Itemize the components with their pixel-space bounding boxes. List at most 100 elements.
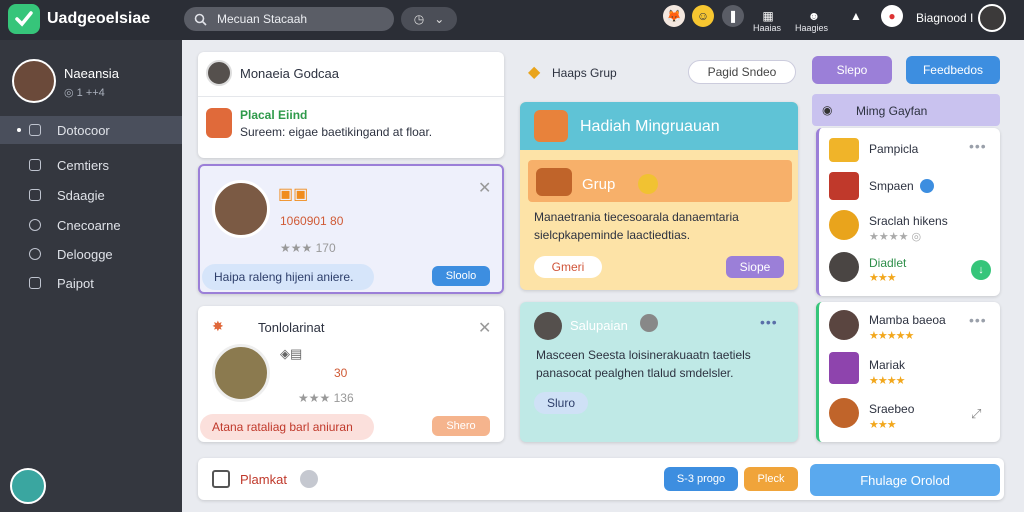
mascot-icon[interactable]: 🦊 bbox=[663, 5, 685, 27]
clock-icon: ◷ bbox=[413, 12, 425, 26]
bell-icon[interactable]: ▲ bbox=[845, 5, 867, 27]
profile-name: Naeansia bbox=[64, 66, 119, 81]
list-item[interactable]: Pampicla bbox=[869, 142, 918, 156]
sidebar-item-label: Sdaagie bbox=[57, 187, 105, 203]
sidebar-item-info[interactable]: Cnecoarne bbox=[0, 211, 182, 239]
group-card[interactable]: Hadiah Mingruauan Grup Manaetrania tiece… bbox=[520, 102, 798, 290]
bottom-avatar[interactable] bbox=[10, 468, 46, 504]
more-options-icon[interactable]: ••• bbox=[760, 314, 778, 330]
top-bar: Uadgeoelsiae ◷ ⌄ 🦊 ☺ ❚ ▦ Haaias ☻ Haagie… bbox=[0, 0, 1024, 40]
expand-icon[interactable]: ⤢ bbox=[971, 406, 981, 422]
mascot-icon bbox=[534, 110, 568, 142]
info-card[interactable]: Salupaian ••• Masceen Seesta loisineraku… bbox=[520, 302, 798, 442]
edit-icon[interactable] bbox=[212, 470, 230, 488]
close-icon[interactable]: ✕ bbox=[478, 318, 491, 338]
badge-icon bbox=[640, 314, 658, 332]
page-icon bbox=[29, 277, 41, 289]
feed-title: Monaeia Godcaa bbox=[240, 66, 340, 81]
active-dot-icon bbox=[17, 128, 21, 132]
search-bar[interactable] bbox=[184, 7, 394, 31]
list-item[interactable]: Diadlet bbox=[869, 256, 906, 270]
search-input[interactable] bbox=[217, 12, 367, 26]
sidebar-item-tags[interactable]: Cemtiers bbox=[0, 151, 182, 179]
reward-card[interactable]: ▣▣ 1060901 80 ★★★ 170 ✕ Haipa raleng hij… bbox=[198, 164, 504, 294]
list-item[interactable]: Smpaen bbox=[869, 179, 914, 193]
feedback-button[interactable]: Feedbedos bbox=[906, 56, 1000, 84]
rating-stars: ★★★ bbox=[869, 272, 897, 284]
user-name[interactable]: Biagnood I bbox=[916, 11, 973, 25]
sidebar-item-page[interactable]: Paipot bbox=[0, 269, 182, 297]
close-icon[interactable]: ✕ bbox=[478, 178, 491, 198]
avatar bbox=[534, 312, 562, 340]
chevron-down-icon: ⌄ bbox=[434, 12, 445, 26]
stop-button[interactable]: Siope bbox=[726, 256, 784, 278]
banner-title: Hadiah Mingruauan bbox=[580, 118, 720, 135]
bottom-label: Plamkat bbox=[240, 472, 287, 487]
feed-card: Monaeia Godcaa Placal Eiind Sureem: eiga… bbox=[198, 52, 504, 158]
join-button-label: Gmeri bbox=[551, 260, 585, 274]
post-author[interactable]: Placal Eiind bbox=[240, 108, 307, 122]
divider bbox=[198, 96, 504, 97]
filter-dropdown[interactable]: ◷ ⌄ bbox=[401, 7, 457, 31]
info-icon bbox=[29, 219, 41, 231]
post-text: Sureem: eigae baetikingand at floar. bbox=[240, 125, 433, 139]
stop-button-label: Siope bbox=[739, 260, 771, 274]
feedback-button-label: Feedbedos bbox=[922, 63, 984, 77]
panel-title: Mimg Gayfan bbox=[856, 104, 928, 118]
chat-icon bbox=[29, 248, 41, 260]
grid-icon bbox=[29, 189, 41, 201]
search-icon bbox=[194, 13, 207, 26]
user-label: Haagies bbox=[795, 23, 829, 33]
list-item[interactable]: Mariak bbox=[869, 358, 905, 372]
mascot-icon bbox=[206, 108, 232, 138]
avatar[interactable] bbox=[206, 60, 232, 86]
share-button[interactable]: Sloolo bbox=[432, 266, 490, 286]
settings-icon[interactable] bbox=[300, 470, 318, 488]
sidebar-item-chat[interactable]: Deloogge bbox=[0, 240, 182, 268]
avatar bbox=[829, 310, 859, 340]
info-title: Salupaian bbox=[570, 318, 628, 333]
sidebar-item-label: Deloogge bbox=[57, 246, 113, 262]
score-text: 30 bbox=[334, 366, 348, 380]
upload-button[interactable]: Fhulage Orolod bbox=[810, 464, 1000, 496]
sidebar-item-dashboard[interactable]: Dotocoor bbox=[0, 116, 182, 144]
chest-icon bbox=[829, 138, 859, 162]
app-logo-icon[interactable] bbox=[8, 4, 40, 34]
reward-card-2[interactable]: ✸ Tonlolarinat ✕ ◈▤ 30 ★★★ 136 Atana rat… bbox=[198, 306, 504, 442]
sidebar-item-grid[interactable]: Sdaagie bbox=[0, 181, 182, 209]
rating-stars: ★★★★★ bbox=[869, 330, 914, 342]
list-item[interactable]: Sraclah hikens bbox=[869, 214, 948, 228]
group-title: Grup bbox=[582, 176, 616, 193]
progress-button[interactable]: S-3 progo bbox=[664, 467, 738, 491]
avatar[interactable] bbox=[978, 4, 1006, 32]
profile-avatar[interactable] bbox=[12, 59, 56, 103]
join-button[interactable]: Gmeri bbox=[534, 256, 602, 278]
chest-icon bbox=[829, 352, 859, 384]
list-item[interactable]: Sraebeo bbox=[869, 402, 914, 416]
share-button[interactable]: Shero bbox=[432, 416, 490, 436]
rating-text: ★★★ 136 bbox=[298, 391, 354, 405]
more-options-icon[interactable]: ••• bbox=[969, 312, 987, 328]
smiley-icon[interactable]: ☺ bbox=[692, 5, 714, 27]
pause-icon[interactable]: ❚ bbox=[722, 5, 744, 27]
more-options-icon[interactable]: ••• bbox=[969, 138, 987, 154]
pack-button[interactable]: Pleck bbox=[744, 467, 798, 491]
home-icon bbox=[29, 124, 41, 136]
rating-stars: ★★★ bbox=[869, 419, 897, 431]
notification-icon[interactable]: ● bbox=[881, 5, 903, 27]
sidebar-item-label: Paipot bbox=[57, 275, 94, 291]
group-text: Manaetrania tiecesoarala danaemtaria sie… bbox=[534, 210, 739, 242]
filter-button[interactable]: Pagid Sndeo bbox=[688, 60, 796, 84]
app-title: Uadgeoelsiae bbox=[47, 10, 151, 27]
star-icon: ✸ bbox=[212, 318, 224, 334]
download-icon[interactable]: ↓ bbox=[971, 260, 991, 280]
sidebar-item-label: Cnecoarne bbox=[57, 217, 121, 233]
primary-button-label: Slepo bbox=[836, 63, 868, 77]
share-button-label: Sluro bbox=[546, 396, 575, 410]
rating-text: ★★★ 170 bbox=[280, 241, 336, 255]
ranking-list: Pampicla ••• Smpaen Sraclah hikens ★★★★ … bbox=[816, 128, 1000, 296]
share-button[interactable]: Sluro bbox=[534, 392, 588, 414]
chest-icon: ▣▣ bbox=[278, 186, 309, 203]
primary-button[interactable]: Slepo bbox=[812, 56, 892, 84]
list-item[interactable]: Mamba baeoa bbox=[869, 313, 946, 327]
